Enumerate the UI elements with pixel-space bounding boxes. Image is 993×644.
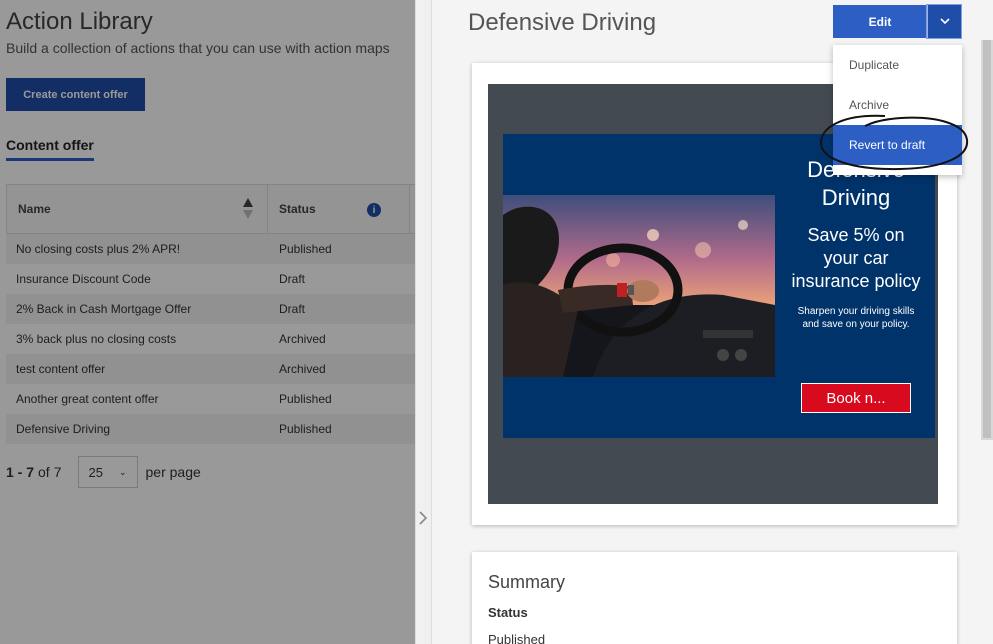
table-header: Name Status i [6,184,415,234]
car-driver-image [503,195,775,377]
edit-button-group: Edit [833,4,962,39]
offer-cta-button[interactable]: Book n... [801,383,911,413]
chevron-down-icon [939,18,950,25]
table-body: No closing costs plus 2% APR! Published … [6,234,415,444]
row-status: Published [279,422,332,436]
scrollbar-thumb[interactable] [983,40,991,438]
column-header-status[interactable]: Status i [268,185,410,233]
edit-dropdown-menu: Duplicate Archive Revert to draft [833,45,962,175]
menu-item-archive[interactable]: Archive [833,85,962,125]
row-name: 2% Back in Cash Mortgage Offer [16,302,192,316]
row-name: Defensive Driving [16,422,111,436]
summary-card: Summary Status Published [472,552,957,644]
summary-status-value: Published [488,632,546,644]
page-title: Action Library [6,8,153,35]
table-row[interactable]: Defensive Driving Published [6,414,415,444]
action-library-panel: Action Library Build a collection of act… [0,0,415,644]
sort-icon[interactable] [243,198,253,220]
row-name: Insurance Discount Code [16,272,151,286]
row-status: Published [279,242,332,256]
chevron-right-icon[interactable] [418,510,428,526]
content-offer-table: Name Status i No closing costs plus 2% A… [6,184,415,444]
per-page-select[interactable]: 25 ⌄ [77,456,138,488]
table-row[interactable]: 2% Back in Cash Mortgage Offer Draft [6,294,415,324]
summary-status-label: Status [488,605,528,620]
pagination: 1 - 7 of 7 25 ⌄ per page [6,456,201,488]
row-name: No closing costs plus 2% APR! [16,242,181,256]
detail-title: Defensive Driving [468,9,657,36]
row-name: 3% back plus no closing costs [16,332,177,346]
table-row[interactable]: Insurance Discount Code Draft [6,264,415,294]
pagination-total: 7 [53,464,62,480]
create-content-offer-button[interactable]: Create content offer [6,78,145,111]
menu-item-revert-to-draft[interactable]: Revert to draft [833,125,962,165]
column-header-status-label: Status [279,202,316,216]
info-icon[interactable]: i [367,203,381,217]
content-offer-banner: Defensive Driving Save 5% on your car in… [503,134,935,438]
column-header-name-label: Name [18,202,51,216]
offer-image [503,195,775,377]
table-row[interactable]: Another great content offer Published [6,384,415,414]
row-name: test content offer [16,362,106,376]
edit-button[interactable]: Edit [833,5,927,38]
row-name: Another great content offer [16,392,159,406]
menu-item-duplicate[interactable]: Duplicate [833,45,962,85]
row-status: Draft [279,272,306,286]
per-page-value: 25 [88,464,103,480]
offer-text-block: Defensive Driving Save 5% on your car in… [789,156,923,331]
row-status: Archived [279,362,326,376]
panel-divider [415,0,432,644]
column-header-name[interactable]: Name [6,185,268,233]
edit-menu-toggle[interactable] [926,4,962,39]
per-page-label: per page [145,464,201,480]
chevron-down-icon: ⌄ [118,466,127,477]
row-status: Archived [279,332,326,346]
table-row[interactable]: 3% back plus no closing costs Archived [6,324,415,354]
table-row[interactable]: test content offer Archived [6,354,415,384]
table-row[interactable]: No closing costs plus 2% APR! Published [6,234,415,264]
offer-body: Sharpen your driving skills and save on … [797,306,915,330]
tab-content-offer[interactable]: Content offer [6,137,94,161]
offer-subheadline: Save 5% on your car insurance policy [791,225,921,291]
row-status: Draft [279,302,306,316]
row-status: Published [279,392,332,406]
summary-title: Summary [488,572,566,592]
pagination-of: of [38,464,50,480]
pagination-range: 1 - 7 [6,464,35,480]
page-subtitle: Build a collection of actions that you c… [6,40,390,56]
